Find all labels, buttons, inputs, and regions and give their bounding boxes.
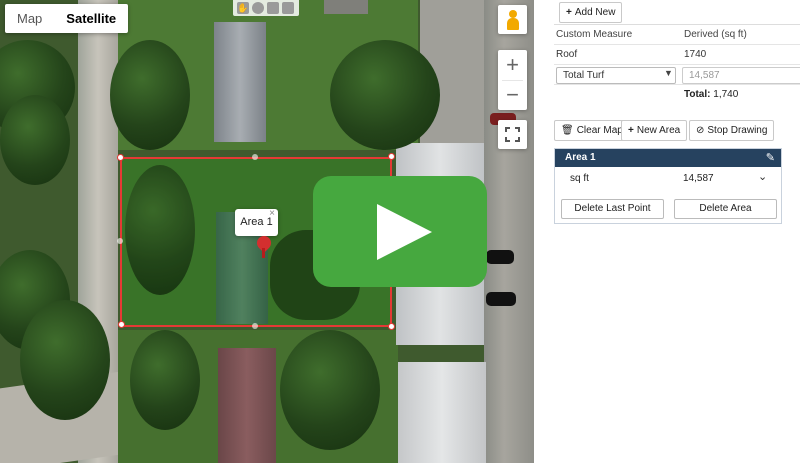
map-pin-tail [262,248,265,258]
tree [280,330,380,450]
stop-icon: ⊘ [696,125,705,136]
chevron-down-icon[interactable]: ⌄ [758,170,767,183]
car [486,250,514,264]
tree [130,330,200,430]
measurement-panel: + Add New Custom Measure Derived (sq ft) … [548,0,800,463]
rectangle-icon[interactable] [282,2,294,14]
pegman-head [509,10,517,18]
table-header-measure: Custom Measure [556,29,633,40]
roof-right-bottom [398,362,486,463]
delete-area-button[interactable]: Delete Area [674,199,777,219]
map-type-map-button[interactable]: Map [5,4,54,33]
hand-icon[interactable]: ✋ [237,2,249,14]
tree [330,40,440,150]
car [486,292,516,306]
app-root: Area 1 × Map Satellite ✋ + − + Add New C… [0,0,800,463]
measure-select-value[interactable]: 14,587 [682,67,800,84]
pencil-icon[interactable]: ✎ [766,149,775,167]
map-type-toggle: Map Satellite [5,4,129,33]
pegman-body [507,18,519,30]
delete-last-point-button[interactable]: Delete Last Point [561,199,664,219]
polygon-vertex[interactable] [117,154,124,161]
clear-map-label: Clear Map [576,125,623,136]
plus-icon: + [566,7,572,18]
tree [20,300,110,420]
clear-map-button[interactable]: 🗑 Clear Map [554,120,630,141]
plus-icon: + [628,125,634,136]
map-type-satellite-button[interactable]: Satellite [54,4,128,33]
circle-icon[interactable] [252,2,264,14]
polygon-icon[interactable] [267,2,279,14]
total-value: Total: 1,740 [684,85,738,105]
area-unit: sq ft [570,173,589,184]
area-value: 14,587 [683,173,714,184]
new-area-button[interactable]: + New Area [621,120,688,141]
chevron-down-icon: ▼ [664,68,673,78]
area-label-bubble: Area 1 × [235,208,278,236]
street-view-pegman-icon[interactable] [498,5,527,34]
polygon-vertex[interactable] [118,321,125,328]
zoom-control: + − [498,50,527,110]
trash-icon: 🗑 [561,125,574,136]
add-new-label: Add New [574,7,616,18]
video-play-button[interactable] [313,176,487,287]
close-icon[interactable]: × [269,200,275,227]
drawing-toolbar: ✋ [233,0,299,16]
stop-drawing-label: Stop Drawing [707,125,768,136]
table-row: Roof 1740 [554,45,800,65]
area-card: Area 1 ✎ sq ft 14,587 ⌄ Delete Last Poin… [554,148,782,224]
area-measure-row[interactable]: sq ft 14,587 ⌄ [555,167,781,191]
stop-drawing-button[interactable]: ⊘ Stop Drawing [689,120,775,141]
polygon-midpoint[interactable] [252,323,258,329]
fullscreen-button[interactable] [498,120,527,149]
table-row-select: Total Turf ▼ 14,587 [554,65,800,85]
zoom-in-button[interactable]: + [498,50,527,80]
area-label-text: Area 1 [240,216,273,228]
polygon-vertex[interactable] [388,323,395,330]
total-number: 1,740 [713,89,739,100]
fullscreen-icon [505,127,520,142]
table-total-row: Total: 1,740 [554,85,800,105]
tree [110,40,190,150]
measure-value: 1740 [684,49,707,60]
polygon-midpoint[interactable] [252,154,258,160]
roof-top-house [214,22,266,142]
measure-table: Custom Measure Derived (sq ft) Roof 1740… [554,24,800,105]
shed-top [324,0,368,14]
zoom-out-button[interactable]: − [498,81,527,110]
new-area-label: New Area [636,125,681,136]
add-new-button[interactable]: + Add New [559,2,623,23]
measure-name: Roof [556,49,578,60]
area-card-header: Area 1 ✎ [555,149,781,167]
measure-select[interactable]: Total Turf [556,67,676,84]
total-label: Total: [684,89,711,100]
table-header-derived: Derived (sq ft) [684,29,747,40]
tree [0,95,70,185]
polygon-midpoint[interactable] [117,238,123,244]
area-card-title: Area 1 [565,152,596,163]
satellite-map[interactable]: Area 1 × Map Satellite ✋ + − [0,0,534,463]
table-header-row: Custom Measure Derived (sq ft) [554,25,800,45]
roof-bottom-house [218,348,276,463]
polygon-vertex[interactable] [388,153,395,160]
